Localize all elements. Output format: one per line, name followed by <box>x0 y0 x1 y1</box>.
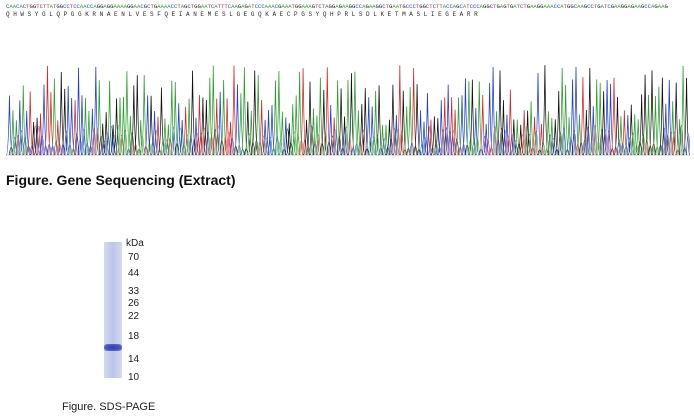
trace-peak-G <box>347 73 355 156</box>
trace-peak-C <box>68 97 76 156</box>
trace-noise-peak <box>202 127 207 156</box>
sds-page-caption: Figure. SDS-PAGE <box>62 401 156 413</box>
marker-44: 44 <box>128 268 140 279</box>
marker-18: 18 <box>128 331 140 342</box>
trace-noise-peak <box>478 148 484 156</box>
sequence-amino-acids: Q H W S Y G L Q P G G K R N A E N L V E … <box>6 11 478 18</box>
gene-sequencing-caption: Figure. Gene Sequencing (Extract) <box>6 172 236 188</box>
trace-noise-peak <box>116 125 121 156</box>
trace-noise-peak <box>240 149 245 156</box>
gel-lane <box>104 242 122 378</box>
trace-peak-G <box>683 77 690 156</box>
trace-noise-peak <box>81 129 86 156</box>
trace-peak-G <box>430 116 438 156</box>
trace-peak-A <box>655 86 663 156</box>
trace-noise-peak <box>351 147 356 156</box>
trace-noise-peak <box>551 137 556 156</box>
marker-10: 10 <box>128 372 140 383</box>
marker-14: 14 <box>128 354 140 365</box>
marker-22: 22 <box>128 311 140 322</box>
trace-peak-C <box>607 83 615 156</box>
kda-unit-label: kDa <box>126 238 144 249</box>
marker-26: 26 <box>128 298 140 309</box>
trace-peak-T <box>620 110 628 156</box>
protein-band <box>104 344 122 351</box>
trace-peak-A <box>596 82 604 156</box>
trace-noise-peak <box>440 129 446 156</box>
trace-noise-peak <box>489 147 494 156</box>
trace-peak-A <box>465 81 473 156</box>
chromatogram-trace <box>6 55 690 160</box>
trace-peak-C <box>603 79 611 156</box>
trace-noise-peak <box>610 148 615 156</box>
marker-70: 70 <box>128 252 140 263</box>
marker-33: 33 <box>128 286 140 297</box>
trace-noise-peak <box>682 148 687 156</box>
trace-noise-peak <box>216 125 221 156</box>
